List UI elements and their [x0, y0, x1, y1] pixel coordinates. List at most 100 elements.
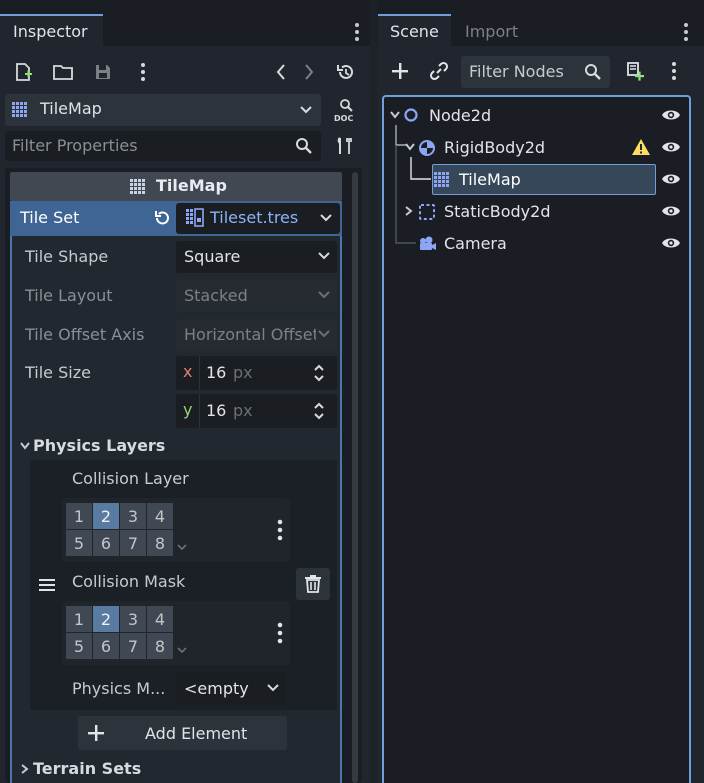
section-title: TileMap [156, 176, 227, 195]
visibility-eye-icon[interactable] [660, 169, 682, 189]
physics-layers-title[interactable]: Physics Layers [33, 438, 165, 454]
collapsed-chevron-icon[interactable] [18, 761, 32, 777]
tools-menu-icon[interactable] [134, 59, 152, 85]
layer-cell[interactable]: 7 [120, 633, 146, 659]
layer-cell[interactable]: 1 [66, 606, 92, 632]
inspector-tab-menu-icon[interactable] [348, 20, 366, 44]
history-forward-icon[interactable] [298, 59, 320, 85]
visibility-eye-icon[interactable] [660, 105, 682, 125]
visibility-eye-icon[interactable] [660, 137, 682, 157]
visibility-eye-icon[interactable] [660, 233, 682, 253]
chevron-down-icon [264, 678, 282, 698]
search-icon [582, 61, 604, 83]
add-node-icon[interactable] [387, 58, 413, 84]
tile-shape-label: Tile Shape [25, 247, 109, 266]
collapse-chevron-icon[interactable] [403, 140, 417, 154]
scene-tab-menu-icon[interactable] [677, 20, 695, 44]
open-folder-icon[interactable] [50, 59, 76, 85]
tilemap-grid-icon [432, 170, 452, 190]
node-name[interactable]: Node2d [429, 108, 491, 124]
open-documentation-icon[interactable]: DOC [331, 96, 359, 124]
instance-scene-icon[interactable] [426, 58, 452, 84]
svg-text:DOC: DOC [334, 114, 353, 123]
layer-cell[interactable]: 6 [93, 633, 119, 659]
delete-element-icon[interactable] [296, 568, 330, 600]
search-icon [293, 135, 315, 157]
layer-cell[interactable]: 2 [93, 503, 119, 529]
plus-icon [85, 722, 107, 744]
node-name[interactable]: TileMap [459, 172, 521, 188]
layer-menu-icon[interactable] [272, 619, 288, 647]
property-tools-icon[interactable] [333, 134, 357, 158]
layer-cell[interactable]: 1 [66, 503, 92, 529]
tile-size-y-unit: px [233, 401, 253, 420]
spinbox-arrows-icon[interactable] [311, 400, 327, 422]
tile-offset-axis-value: Horizontal Offset [184, 327, 316, 343]
attach-script-icon[interactable] [622, 58, 648, 84]
layer-cell[interactable]: 3 [120, 503, 146, 529]
collision-layer-label: Collision Layer [72, 469, 189, 488]
save-icon[interactable] [90, 59, 116, 85]
chevron-down-icon [314, 285, 334, 305]
tile-layout-label: Tile Layout [25, 286, 113, 305]
tile-offset-axis-label: Tile Offset Axis [25, 325, 145, 344]
chevron-down-icon [296, 100, 316, 120]
tile-set-value: Tileset.tres [210, 208, 299, 227]
inspector-scrollbar[interactable] [352, 172, 358, 783]
tile-size-x-unit: px [233, 363, 253, 382]
tile-size-y-axis-label: y [183, 400, 193, 419]
visibility-eye-icon[interactable] [660, 201, 682, 221]
expand-chevron-icon[interactable] [403, 204, 415, 218]
tile-size-x-axis-label: x [183, 362, 193, 381]
tile-size-x-value: 16 [206, 363, 227, 382]
node2d-circle-icon [402, 106, 420, 124]
layer-cell[interactable]: 4 [147, 503, 173, 529]
node-name[interactable]: Camera [444, 236, 507, 252]
layer-cell[interactable]: 8 [147, 530, 173, 556]
dock-splitter[interactable] [370, 0, 377, 783]
tile-layout-value: Stacked [184, 286, 248, 305]
expand-chevron-icon[interactable] [18, 438, 32, 454]
chevron-down-icon[interactable] [316, 208, 336, 228]
tile-set-label: Tile Set [20, 208, 80, 227]
layer-menu-icon[interactable] [272, 516, 288, 544]
node-name[interactable]: StaticBody2d [444, 204, 550, 220]
chevron-down-icon [314, 324, 334, 344]
layer-cell[interactable]: 6 [93, 530, 119, 556]
drag-handle-icon[interactable] [36, 574, 58, 596]
layer-cell[interactable]: 3 [120, 606, 146, 632]
tilemap-section-icon [128, 177, 148, 197]
terrain-sets-title[interactable]: Terrain Sets [33, 761, 141, 777]
expand-layers-chevron-icon[interactable] [174, 540, 190, 554]
tile-size-y-value: 16 [206, 401, 227, 420]
tileset-icon [184, 207, 206, 229]
history-back-icon[interactable] [270, 59, 292, 85]
chevron-down-icon [314, 246, 334, 266]
tab-scene-label: Scene [390, 22, 439, 41]
tilemap-grid-icon [10, 100, 30, 120]
object-name: TileMap [40, 99, 102, 118]
collapse-chevron-icon[interactable] [388, 108, 402, 122]
layer-cell[interactable]: 7 [120, 530, 146, 556]
tab-import-label[interactable]: Import [465, 24, 518, 40]
inspector-tab-label: Inspector [13, 22, 88, 41]
new-resource-icon[interactable] [10, 59, 36, 85]
scene-menu-icon[interactable] [665, 58, 683, 84]
revert-icon[interactable] [151, 207, 173, 229]
object-history-icon[interactable] [333, 59, 359, 85]
layer-cell[interactable]: 5 [66, 633, 92, 659]
layer-cell[interactable]: 4 [147, 606, 173, 632]
camera-icon [417, 234, 436, 253]
warning-icon[interactable] [630, 137, 652, 157]
expand-layers-chevron-icon[interactable] [174, 643, 190, 657]
layer-cell[interactable]: 8 [147, 633, 173, 659]
layer-cell[interactable]: 5 [66, 530, 92, 556]
filter-properties-placeholder: Filter Properties [12, 136, 138, 155]
node-name[interactable]: RigidBody2d [444, 140, 545, 156]
layer-cell[interactable]: 2 [93, 606, 119, 632]
axis-divider [199, 394, 200, 428]
tile-size-label: Tile Size [25, 363, 91, 382]
tile-shape-value: Square [184, 247, 241, 266]
spinbox-arrows-icon[interactable] [311, 362, 327, 384]
add-element-label: Add Element [145, 724, 248, 743]
